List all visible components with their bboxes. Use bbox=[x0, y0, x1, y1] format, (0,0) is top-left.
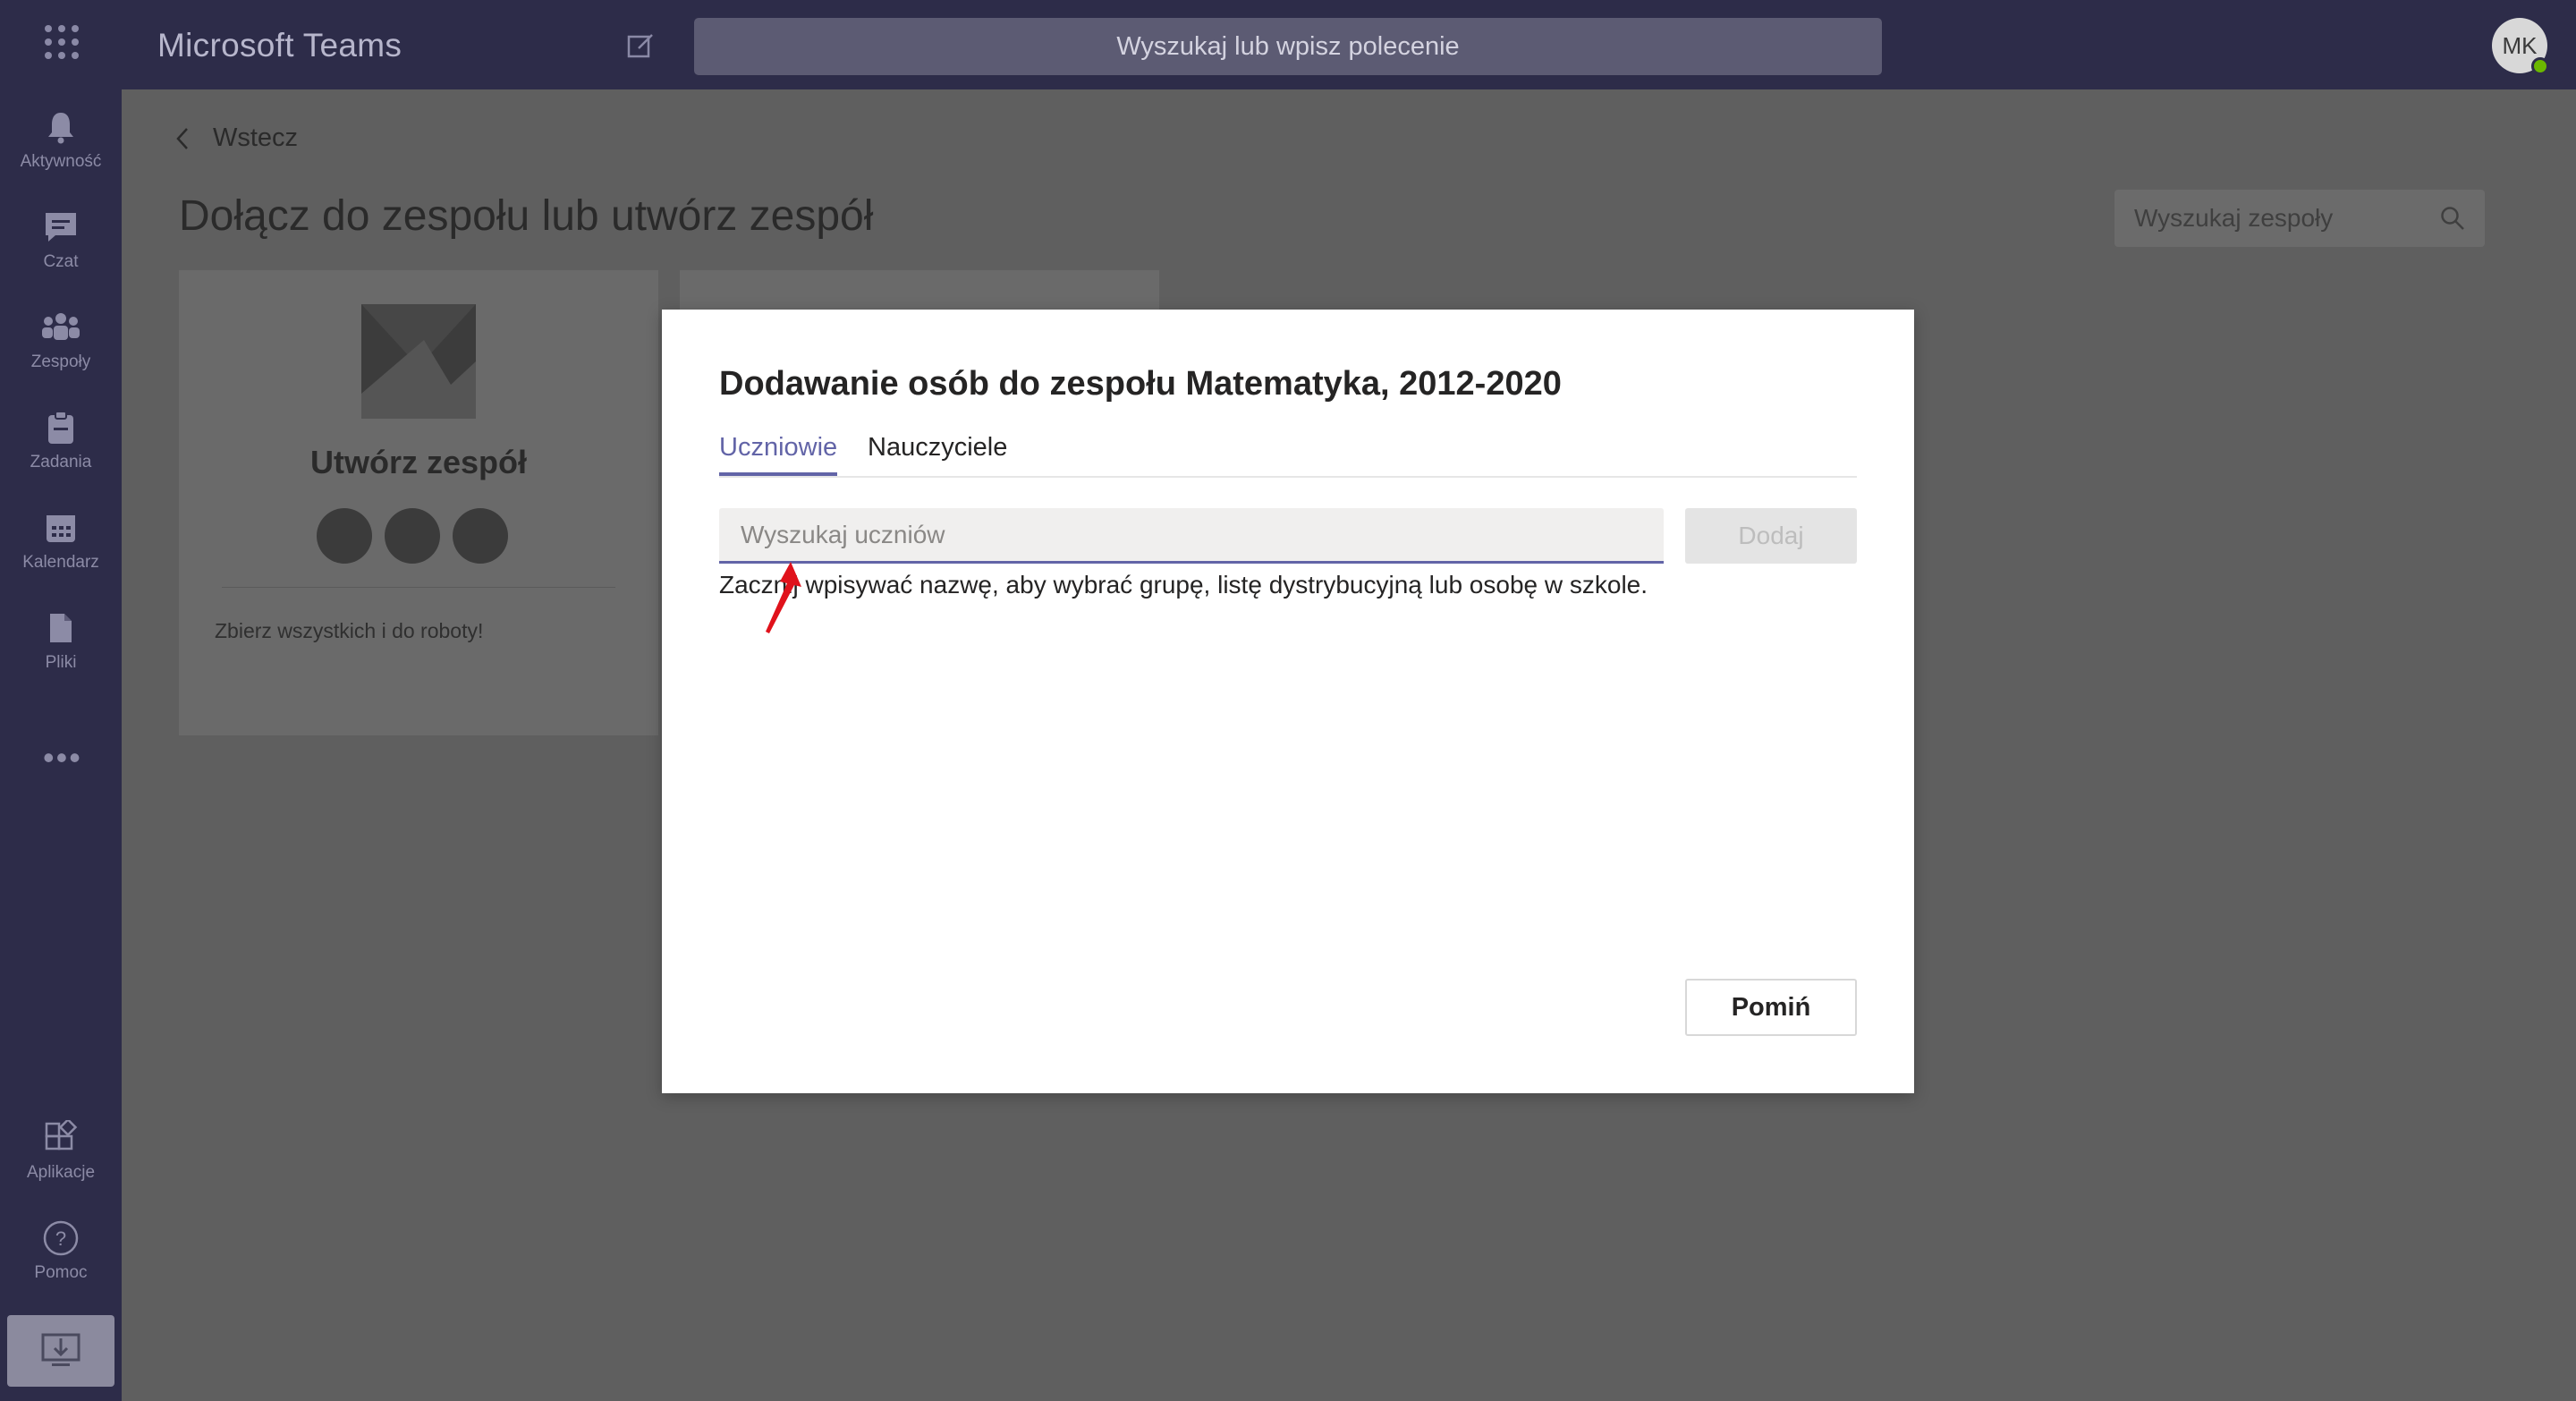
back-link[interactable]: Wstecz bbox=[175, 123, 298, 153]
tab-teachers[interactable]: Nauczyciele bbox=[868, 433, 1007, 476]
page-title: Dołącz do zespołu lub utwórz zespół bbox=[179, 192, 874, 240]
rail-item-assignments[interactable]: Zadania bbox=[0, 408, 122, 497]
chat-icon bbox=[41, 208, 80, 247]
svg-text:?: ? bbox=[55, 1227, 66, 1250]
add-button[interactable]: Dodaj bbox=[1685, 508, 1857, 564]
help-icon: ? bbox=[41, 1218, 80, 1258]
rail-item-help[interactable]: ? Pomoc bbox=[0, 1218, 122, 1308]
apps-icon bbox=[41, 1118, 80, 1158]
rail-item-teams[interactable]: Zespoły bbox=[0, 308, 122, 397]
search-icon bbox=[2441, 207, 2464, 230]
avatar bbox=[385, 508, 440, 564]
calendar-icon bbox=[41, 508, 80, 548]
teams-icon bbox=[41, 308, 80, 347]
tab-students[interactable]: Uczniowie bbox=[719, 433, 838, 476]
team-image-placeholder bbox=[361, 304, 476, 419]
download-icon[interactable] bbox=[7, 1315, 114, 1387]
more-apps-icon[interactable]: ••• bbox=[43, 739, 82, 777]
app-rail: Aktywność Czat Zespoły Zadania Kalendarz… bbox=[0, 89, 122, 1401]
dialog-title: Dodawanie osób do zespołu Matematyka, 20… bbox=[719, 365, 1562, 403]
bell-icon bbox=[41, 107, 80, 147]
avatar bbox=[453, 508, 508, 564]
team-search-input[interactable]: Wyszukaj zespoły bbox=[2114, 190, 2485, 247]
app-launcher-icon[interactable] bbox=[45, 25, 79, 59]
rail-item-chat[interactable]: Czat bbox=[0, 208, 122, 297]
student-search-input[interactable] bbox=[719, 508, 1664, 564]
files-icon bbox=[41, 608, 80, 648]
divider bbox=[222, 587, 615, 588]
join-team-card[interactable] bbox=[680, 270, 1159, 313]
search-hint: Zacznij wpisywać nazwę, aby wybrać grupę… bbox=[719, 571, 1648, 599]
create-team-text: Zbierz wszystkich i do roboty! bbox=[215, 619, 484, 642]
assignments-icon bbox=[41, 408, 80, 447]
dialog-tabs: Uczniowie Nauczyciele bbox=[719, 433, 1857, 478]
presence-indicator bbox=[2531, 57, 2549, 75]
rail-item-calendar[interactable]: Kalendarz bbox=[0, 508, 122, 598]
team-search-placeholder: Wyszukaj zespoły bbox=[2134, 204, 2334, 232]
chevron-left-icon bbox=[176, 127, 188, 149]
app-title: Microsoft Teams bbox=[157, 27, 402, 64]
rail-item-files[interactable]: Pliki bbox=[0, 608, 122, 698]
create-team-title: Utwórz zespół bbox=[309, 444, 527, 480]
add-members-dialog: Dodawanie osób do zespołu Matematyka, 20… bbox=[662, 310, 1914, 1093]
title-bar: Microsoft Teams Wyszukaj lub wpisz polec… bbox=[0, 0, 2576, 89]
rail-item-apps[interactable]: Aplikacje bbox=[0, 1118, 122, 1208]
compose-icon[interactable] bbox=[626, 30, 657, 61]
card-avatars bbox=[317, 508, 508, 564]
skip-button[interactable]: Pomiń bbox=[1685, 979, 1857, 1036]
annotation-arrow-icon bbox=[766, 562, 801, 633]
avatar bbox=[317, 508, 372, 564]
rail-item-activity[interactable]: Aktywność bbox=[0, 107, 122, 197]
create-team-card[interactable]: Utwórz zespół Zbierz wszystkich i do rob… bbox=[179, 270, 658, 735]
back-label: Wstecz bbox=[213, 123, 299, 152]
command-search-bar[interactable]: Wyszukaj lub wpisz polecenie bbox=[694, 18, 1882, 75]
